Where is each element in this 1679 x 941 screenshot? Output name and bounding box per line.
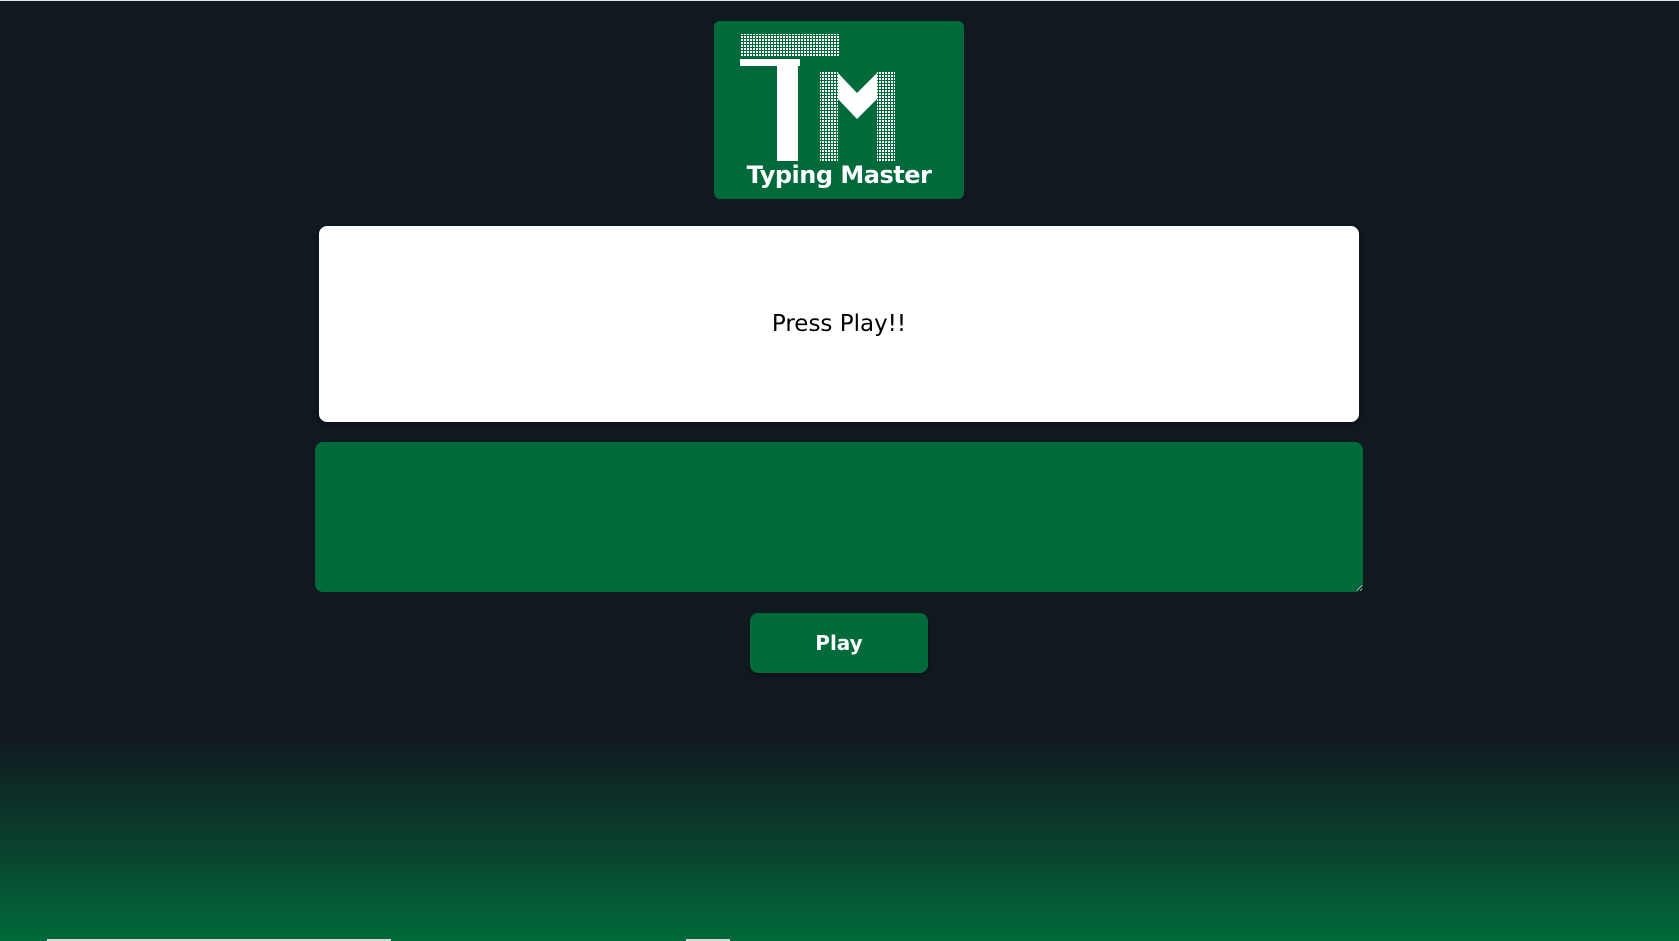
top-border (0, 0, 1679, 1)
prompt-display: Press Play!! (319, 226, 1359, 422)
tm-logo-icon (740, 34, 895, 161)
typing-input[interactable] (315, 442, 1363, 592)
app-logo: Typing Master (714, 21, 964, 199)
prompt-message: Press Play!! (771, 311, 907, 337)
logo-title: Typing Master (746, 161, 932, 189)
play-button[interactable]: Play (750, 613, 928, 673)
